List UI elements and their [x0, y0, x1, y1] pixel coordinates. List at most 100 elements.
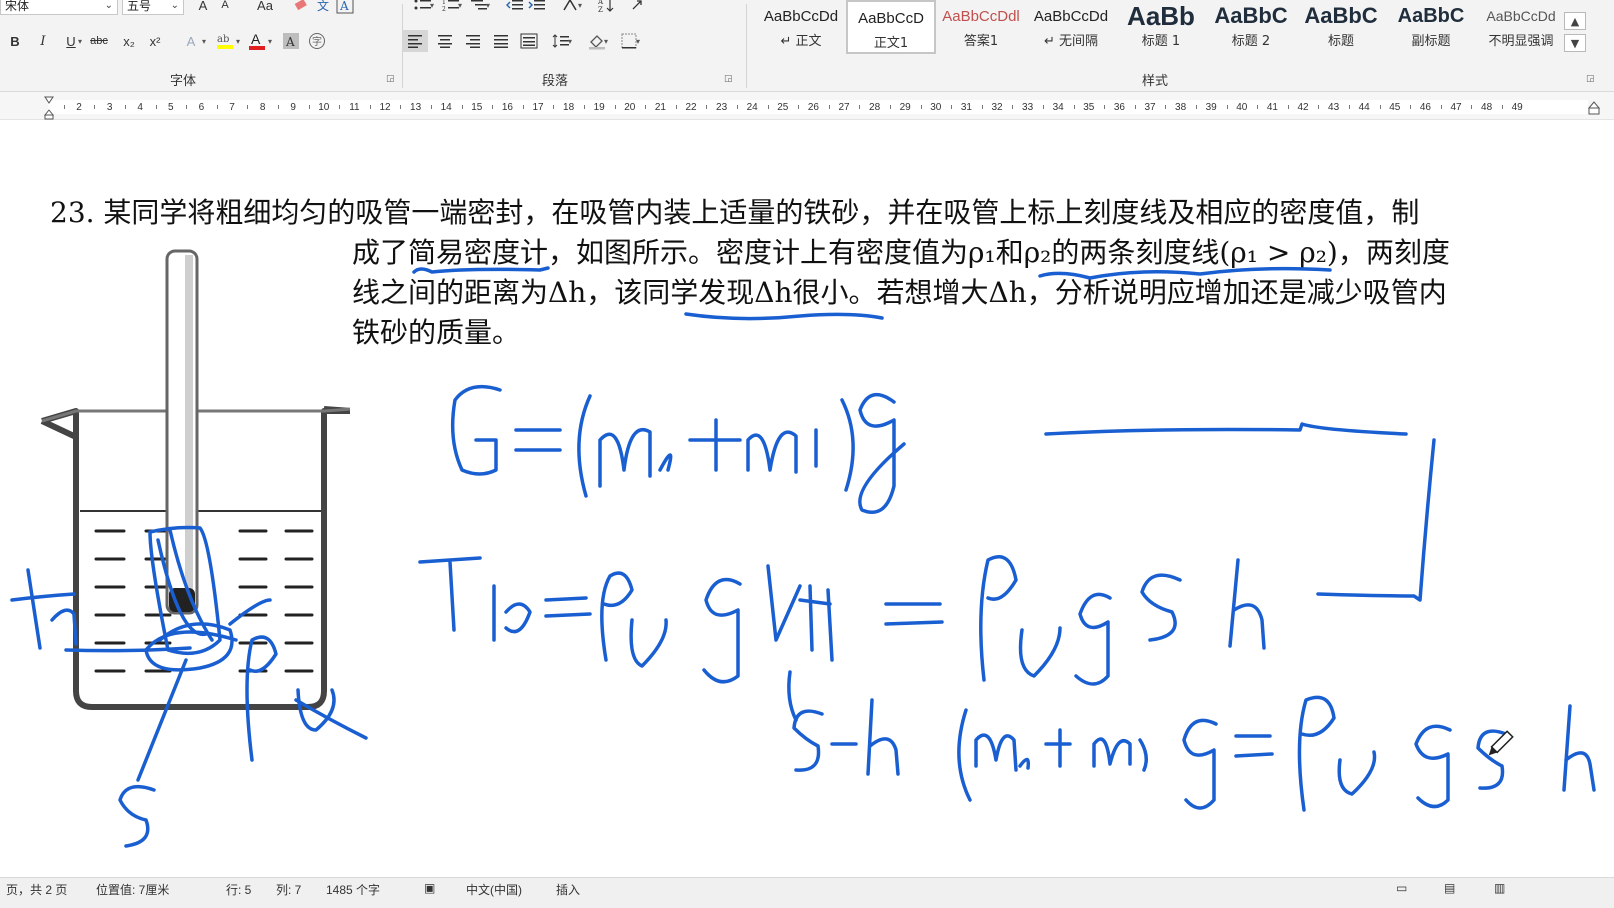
status-word-count[interactable]: 1485 个字	[326, 881, 380, 898]
font-size-combo[interactable]: 五号 ⌄	[122, 0, 184, 15]
print-layout-icon[interactable]: ▤	[1444, 881, 1455, 895]
sort-icon[interactable]: AZ	[596, 0, 618, 16]
ink-brace	[787, 670, 798, 722]
style-item[interactable]: AaBb 标题 1	[1116, 0, 1206, 54]
change-case-button[interactable]: Aa	[250, 0, 280, 16]
ruler-number: 35	[1083, 102, 1095, 113]
status-mode[interactable]: 插入	[556, 881, 580, 898]
shrink-font-button[interactable]: A	[214, 0, 236, 16]
status-page[interactable]: 页，共 2 页	[6, 881, 67, 898]
styles-dialog-launcher-icon[interactable]: ◲	[1586, 74, 1595, 84]
right-indent-marker-icon[interactable]	[1587, 100, 1601, 116]
paragraph-dialog-launcher-icon[interactable]: ◲	[724, 74, 733, 84]
ink-V	[766, 564, 802, 642]
ruler-number: 22	[685, 102, 697, 113]
style-item[interactable]: AaBbCcDd ↵ 无间隔	[1026, 0, 1116, 54]
decrease-indent-icon[interactable]	[504, 0, 526, 16]
clear-format-icon[interactable]	[290, 0, 312, 16]
document-page[interactable]: 23. 某同学将粗细均匀的吸管一端密封，在吸管内装上适量的铁砂，并在吸管上标上刻…	[0, 121, 1614, 877]
web-layout-icon[interactable]: ▥	[1494, 881, 1505, 895]
style-item[interactable]: AaBbC 副标题	[1386, 0, 1476, 54]
ruler-tick	[1012, 105, 1014, 109]
chevron-down-icon[interactable]: ▾	[636, 37, 640, 46]
strikethrough-label: abc	[90, 35, 108, 47]
grow-font-button[interactable]: A	[192, 0, 214, 16]
styles-gallery: AaBbCcDd ↵ 正文 AaBbCcD 正文1 AaBbCcDdl 答案1 AaBbCc…	[756, 0, 1566, 56]
chevron-down-icon[interactable]: ▾	[604, 37, 608, 46]
char-border-icon[interactable]: A	[334, 0, 356, 16]
phonetic-guide-icon[interactable]: 文	[312, 0, 334, 16]
ruler-number: 36	[1113, 102, 1125, 113]
ruler-number: 24	[746, 102, 758, 113]
svg-text:字: 字	[312, 35, 322, 48]
style-item[interactable]: AaBbCcD 正文1	[846, 0, 936, 54]
bold-button[interactable]: B	[4, 30, 26, 52]
ruler-number: 45	[1389, 102, 1401, 113]
enclose-char-icon[interactable]: 字	[306, 30, 328, 52]
ink-m1	[746, 428, 818, 474]
style-item[interactable]: AaBbCcDd 不明显强调	[1476, 0, 1566, 54]
chevron-down-icon[interactable]: ▾	[458, 1, 462, 10]
svg-text:A: A	[251, 31, 261, 47]
ruler-tick	[706, 105, 708, 109]
italic-button[interactable]: I	[32, 30, 54, 52]
ink-paren-close-1	[840, 398, 855, 492]
superscript-button[interactable]: x²	[144, 30, 166, 52]
style-name: 正文1	[873, 36, 909, 51]
status-language[interactable]: 中文(中国)	[466, 881, 522, 898]
distributed-icon[interactable]	[518, 30, 540, 52]
align-left-icon[interactable]	[402, 30, 428, 52]
ink-equals-3	[884, 602, 944, 626]
ruler-tick	[920, 105, 922, 109]
subscript-label: x₂	[123, 33, 135, 49]
font-name-combo[interactable]: 宋体 ⌄	[0, 0, 118, 15]
iron-sand	[169, 588, 195, 612]
horizontal-ruler[interactable]: 2 3 4 5 6 7 8 9 10 11 12 13 14 15 16 17 18 19 20 21 22 23 24 25…	[0, 92, 1614, 120]
chevron-down-icon[interactable]: ▾	[568, 37, 572, 46]
ruler-number: 4	[137, 102, 143, 113]
align-right-icon[interactable]	[462, 30, 484, 52]
chevron-down-icon[interactable]: ▾	[430, 1, 434, 10]
style-item[interactable]: AaBbC 标题	[1296, 0, 1386, 54]
font-dialog-launcher-icon[interactable]: ◲	[386, 74, 395, 84]
proofing-icon[interactable]: ▣	[424, 881, 435, 895]
style-name: 标题	[1327, 34, 1354, 49]
chevron-down-icon[interactable]: ▾	[268, 37, 272, 46]
gallery-more-icon[interactable]: ▼	[1564, 34, 1586, 52]
ink-underline-delta-h	[684, 312, 884, 321]
ruler-tick	[1501, 105, 1503, 109]
style-item[interactable]: AaBbCcDd ↵ 正文	[756, 0, 846, 54]
ruler-number: 47	[1450, 102, 1462, 113]
gallery-up-icon[interactable]: ▲	[1564, 12, 1586, 30]
svg-text:2: 2	[442, 6, 446, 12]
chevron-down-icon[interactable]: ▾	[236, 37, 240, 46]
read-mode-icon[interactable]: ▭	[1396, 881, 1407, 895]
style-item[interactable]: AaBbCcDdl 答案1	[936, 0, 1026, 54]
increase-indent-icon[interactable]	[526, 0, 548, 16]
ink-g-2	[702, 577, 742, 684]
justify-icon[interactable]	[490, 30, 512, 52]
status-line: 行: 5	[226, 883, 252, 897]
ruler-number: 27	[838, 102, 850, 113]
char-shading-icon[interactable]: A	[280, 30, 302, 52]
superscript-label: x²	[149, 33, 161, 49]
align-center-icon[interactable]	[434, 30, 456, 52]
ink-rho-3	[1297, 695, 1336, 812]
ink-g-5	[1414, 724, 1452, 809]
chevron-down-icon[interactable]: ▾	[202, 37, 206, 46]
ruler-number: 6	[198, 102, 205, 113]
indent-marker-icon[interactable]	[43, 96, 55, 120]
ruler-tick	[1134, 105, 1136, 109]
show-marks-icon[interactable]	[626, 0, 648, 16]
strikethrough-button[interactable]: abc	[84, 30, 114, 52]
chevron-down-icon[interactable]: ▾	[578, 1, 582, 10]
font-color-icon[interactable]: A	[246, 30, 268, 52]
text-effect-button[interactable]: A	[180, 30, 202, 52]
chevron-down-icon: ⌄	[170, 0, 179, 11]
chevron-down-icon[interactable]: ▾	[78, 37, 82, 46]
chevron-down-icon[interactable]: ▾	[486, 1, 490, 10]
italic-label: I	[40, 33, 46, 49]
subscript-button[interactable]: x₂	[118, 30, 140, 52]
style-item[interactable]: AaBbC 标题 2	[1206, 0, 1296, 54]
highlight-icon[interactable]: ab	[214, 30, 236, 52]
